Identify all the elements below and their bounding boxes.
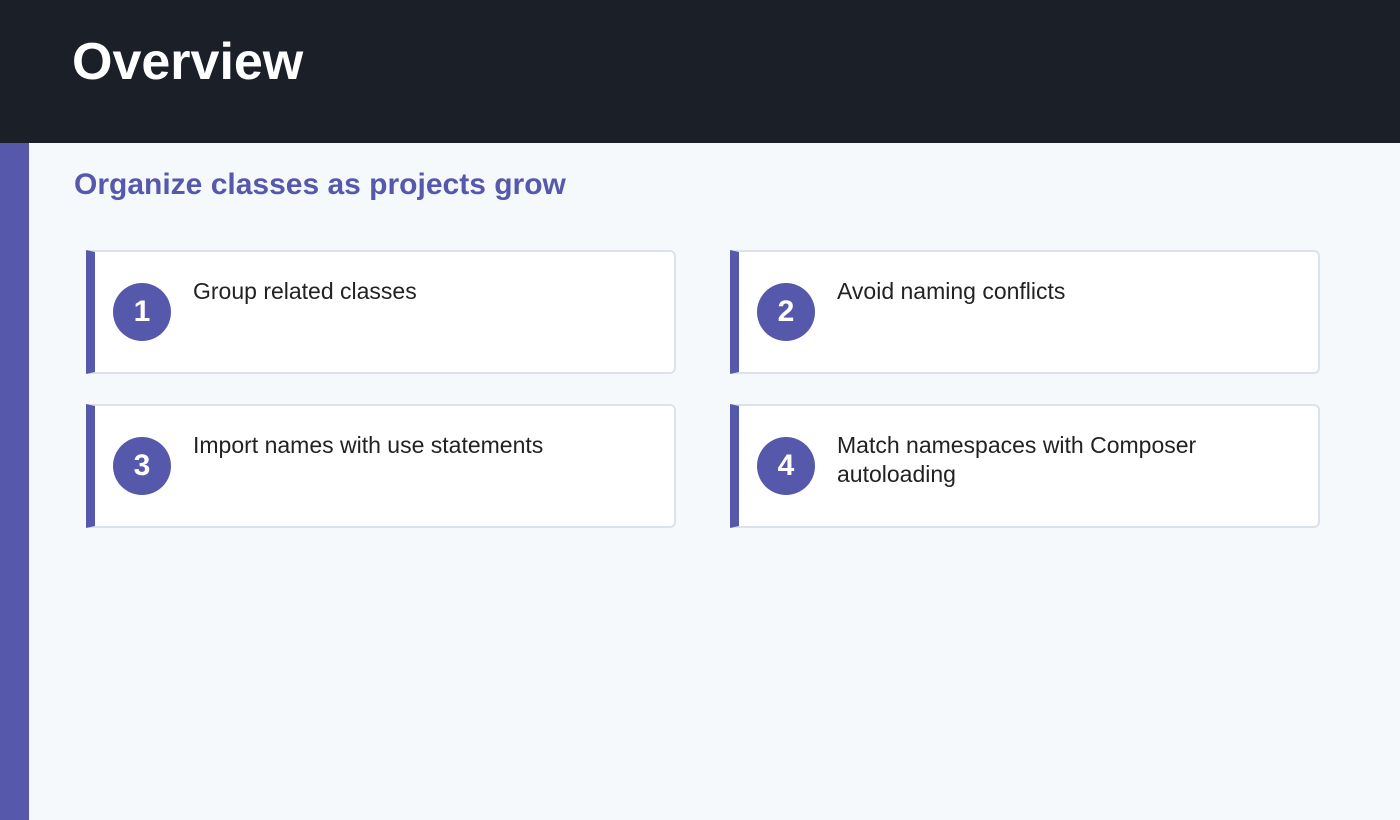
card-number-badge: 2 [757,283,815,341]
header-bar: Overview [0,0,1400,143]
card-3: 3 Import names with use statements [86,404,676,528]
card-text: Match namespaces with Composer autoloadi… [837,432,1197,487]
card-number-badge: 4 [757,437,815,495]
card-number-badge: 1 [113,283,171,341]
page-title: Overview [72,33,304,91]
card-4: 4 Match namespaces with Composer autoloa… [730,404,1320,528]
section-subtitle: Organize classes as projects grow [74,168,566,201]
card-text: Avoid naming conflicts [837,278,1066,304]
card-text: Group related classes [193,278,417,304]
left-accent-bar [0,143,29,820]
card-2: 2 Avoid naming conflicts [730,250,1320,374]
card-number-badge: 3 [113,437,171,495]
card-text: Import names with use statements [193,432,544,458]
card-1: 1 Group related classes [86,250,676,374]
